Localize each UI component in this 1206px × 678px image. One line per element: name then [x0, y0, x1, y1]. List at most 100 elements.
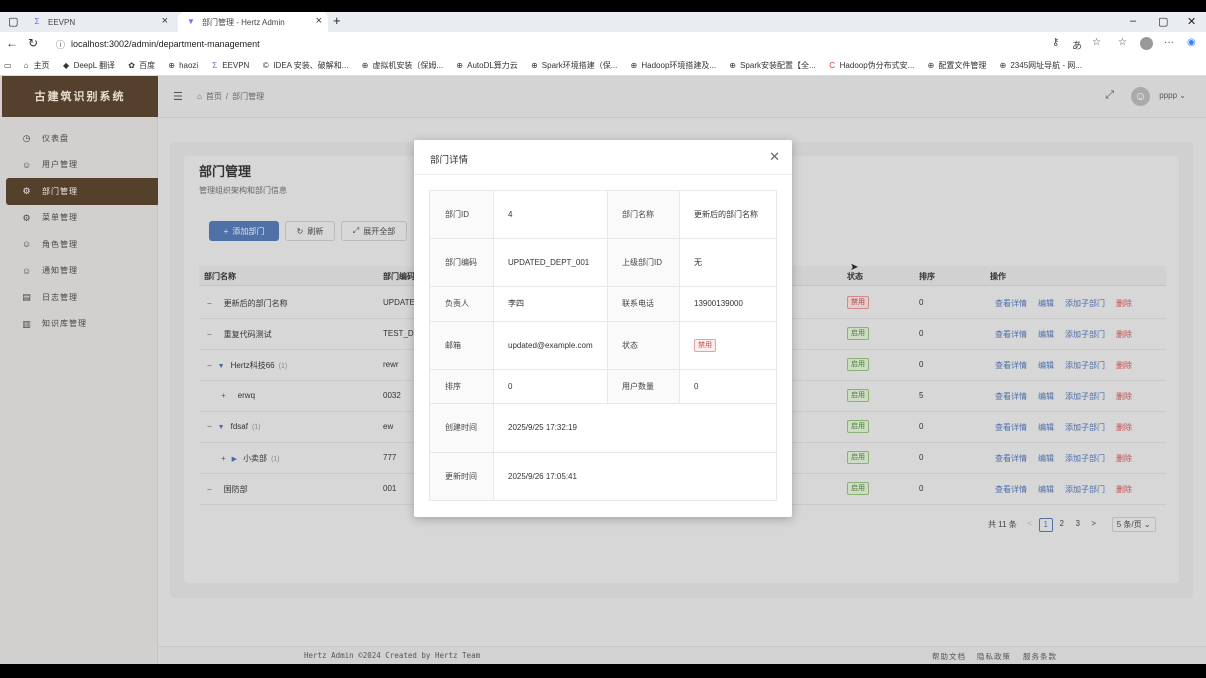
tree-caret-icon[interactable]: ▼ [218, 363, 225, 370]
expand-toggle[interactable]: − [207, 330, 212, 339]
delete-link[interactable]: 删除 [1116, 360, 1132, 371]
value-updated: 2025/9/26 17:05:41 [493, 452, 777, 501]
page-size-select[interactable]: 5 条/页 ⌄ [1111, 517, 1156, 532]
row-actions: 查看详情 编辑 添加子部门 删除 [995, 484, 1143, 495]
view-detail-link[interactable]: 查看详情 [995, 360, 1027, 371]
cell-code: ew [383, 422, 394, 431]
add-child-link[interactable]: 添加子部门 [1065, 391, 1105, 402]
column-sort: 排序 [919, 272, 935, 281]
department-name: 重复代码测试 [223, 330, 272, 339]
cell-code: UPDATE [383, 298, 415, 307]
delete-link[interactable]: 删除 [1116, 298, 1132, 309]
value-leader: 李四 [493, 286, 608, 322]
expand-toggle[interactable]: − [207, 299, 212, 308]
value-sort: 0 [493, 369, 608, 404]
expand-icon: ⤢ [352, 226, 360, 235]
prev-page-button[interactable]: < [1023, 518, 1037, 532]
label-parent: 上级部门ID [607, 238, 680, 287]
department-name: erwq [237, 391, 256, 400]
row-actions: 查看详情 编辑 添加子部门 删除 [995, 360, 1143, 371]
label-name: 部门名称 [607, 190, 680, 239]
footer-link-privacy[interactable]: 隐私政策 [977, 651, 1011, 662]
department-name: 国防部 [223, 485, 248, 494]
delete-link[interactable]: 删除 [1116, 453, 1132, 464]
page-button[interactable]: 3 [1071, 518, 1085, 532]
cell-sort: 0 [919, 329, 924, 338]
view-detail-link[interactable]: 查看详情 [995, 484, 1027, 495]
value-id: 4 [493, 190, 608, 239]
column-code: 部门编码 [383, 272, 415, 281]
expand-toggle[interactable]: − [207, 422, 212, 431]
value-users: 0 [679, 369, 777, 404]
cell-name: + ▶ 小卖部 (1) [221, 453, 280, 464]
cell-name: − 更新后的部门名称 [207, 298, 292, 309]
cell-name: − 重复代码测试 [207, 329, 276, 340]
page-subtitle: 管理组织架构和部门信息 [199, 186, 287, 195]
edit-link[interactable]: 编辑 [1038, 422, 1054, 433]
expand-all-button[interactable]: ⤢ 展开全部 [341, 221, 407, 241]
cell-name: − 国防部 [207, 484, 252, 495]
cell-sort: 0 [919, 484, 924, 493]
view-detail-link[interactable]: 查看详情 [995, 391, 1027, 402]
value-phone: 13900139000 [679, 286, 777, 322]
view-detail-link[interactable]: 查看详情 [995, 422, 1027, 433]
status-badge: 启用 [847, 327, 869, 340]
tree-caret-icon[interactable]: ▼ [218, 424, 225, 431]
delete-link[interactable]: 删除 [1116, 391, 1132, 402]
cell-code: rewr [383, 360, 399, 369]
expand-toggle[interactable]: + [221, 454, 226, 463]
edit-link[interactable]: 编辑 [1038, 484, 1054, 495]
page-layer: 部门管理 管理组织架构和部门信息 + 添加部门 ↻ 刷新 ⤢ 展开全部 部门名称 部门… [0, 12, 1206, 664]
view-detail-link[interactable]: 查看详情 [995, 298, 1027, 309]
page-button[interactable]: 2 [1055, 518, 1069, 532]
delete-link[interactable]: 删除 [1116, 484, 1132, 495]
label-users: 用户数量 [607, 369, 680, 404]
label-created: 创建时间 [429, 403, 494, 453]
column-ops: 操作 [990, 272, 1006, 281]
cell-sort: 0 [919, 298, 924, 307]
cell-name: − ▼ Hertz科技66 (1) [207, 360, 287, 371]
edit-link[interactable]: 编辑 [1038, 298, 1054, 309]
view-detail-link[interactable]: 查看详情 [995, 329, 1027, 340]
add-child-link[interactable]: 添加子部门 [1065, 298, 1105, 309]
row-actions: 查看详情 编辑 添加子部门 删除 [995, 391, 1143, 402]
department-name: 小卖部 [243, 454, 268, 463]
cell-name: + erwq [221, 391, 259, 400]
page-title: 部门管理 [199, 164, 252, 179]
expand-toggle[interactable]: − [207, 361, 212, 370]
close-icon[interactable]: ✕ [769, 149, 780, 165]
add-department-button[interactable]: + 添加部门 [209, 221, 279, 241]
tree-caret-icon[interactable]: ▶ [232, 456, 237, 463]
delete-link[interactable]: 删除 [1116, 329, 1132, 340]
delete-link[interactable]: 删除 [1116, 422, 1132, 433]
cell-code: 001 [383, 484, 397, 493]
edit-link[interactable]: 编辑 [1038, 360, 1054, 371]
edit-link[interactable]: 编辑 [1038, 453, 1054, 464]
label-sort: 排序 [429, 369, 494, 404]
edit-link[interactable]: 编辑 [1038, 391, 1054, 402]
add-child-link[interactable]: 添加子部门 [1065, 329, 1105, 340]
view-detail-link[interactable]: 查看详情 [995, 453, 1027, 464]
cell-sort: 0 [919, 453, 924, 462]
status-badge: 禁用 [694, 339, 716, 352]
label-leader: 负责人 [429, 286, 494, 322]
add-child-link[interactable]: 添加子部门 [1065, 360, 1105, 371]
expand-toggle[interactable]: + [221, 391, 226, 400]
next-page-button[interactable]: > [1087, 518, 1101, 532]
department-name: fdsaf [230, 422, 248, 431]
page-button[interactable]: 1 [1038, 517, 1053, 532]
department-name: 更新后的部门名称 [223, 299, 288, 308]
department-name: Hertz科技66 [230, 361, 275, 370]
expand-toggle[interactable]: − [207, 485, 212, 494]
mouse-cursor-icon: ➤ [850, 262, 859, 273]
department-detail-modal: 部门详情 ✕ 部门ID 4 部门名称 更新后的部门名称 部门编码 UPDATED… [414, 140, 792, 517]
add-child-link[interactable]: 添加子部门 [1065, 453, 1105, 464]
footer-link-help[interactable]: 帮助文档 [932, 651, 966, 662]
edit-link[interactable]: 编辑 [1038, 329, 1054, 340]
footer-link-terms[interactable]: 服务条款 [1023, 651, 1057, 662]
add-child-link[interactable]: 添加子部门 [1065, 484, 1105, 495]
label-code: 部门编码 [429, 238, 494, 287]
refresh-button[interactable]: ↻ 刷新 [285, 221, 335, 241]
label-id: 部门ID [429, 190, 494, 239]
add-child-link[interactable]: 添加子部门 [1065, 422, 1105, 433]
